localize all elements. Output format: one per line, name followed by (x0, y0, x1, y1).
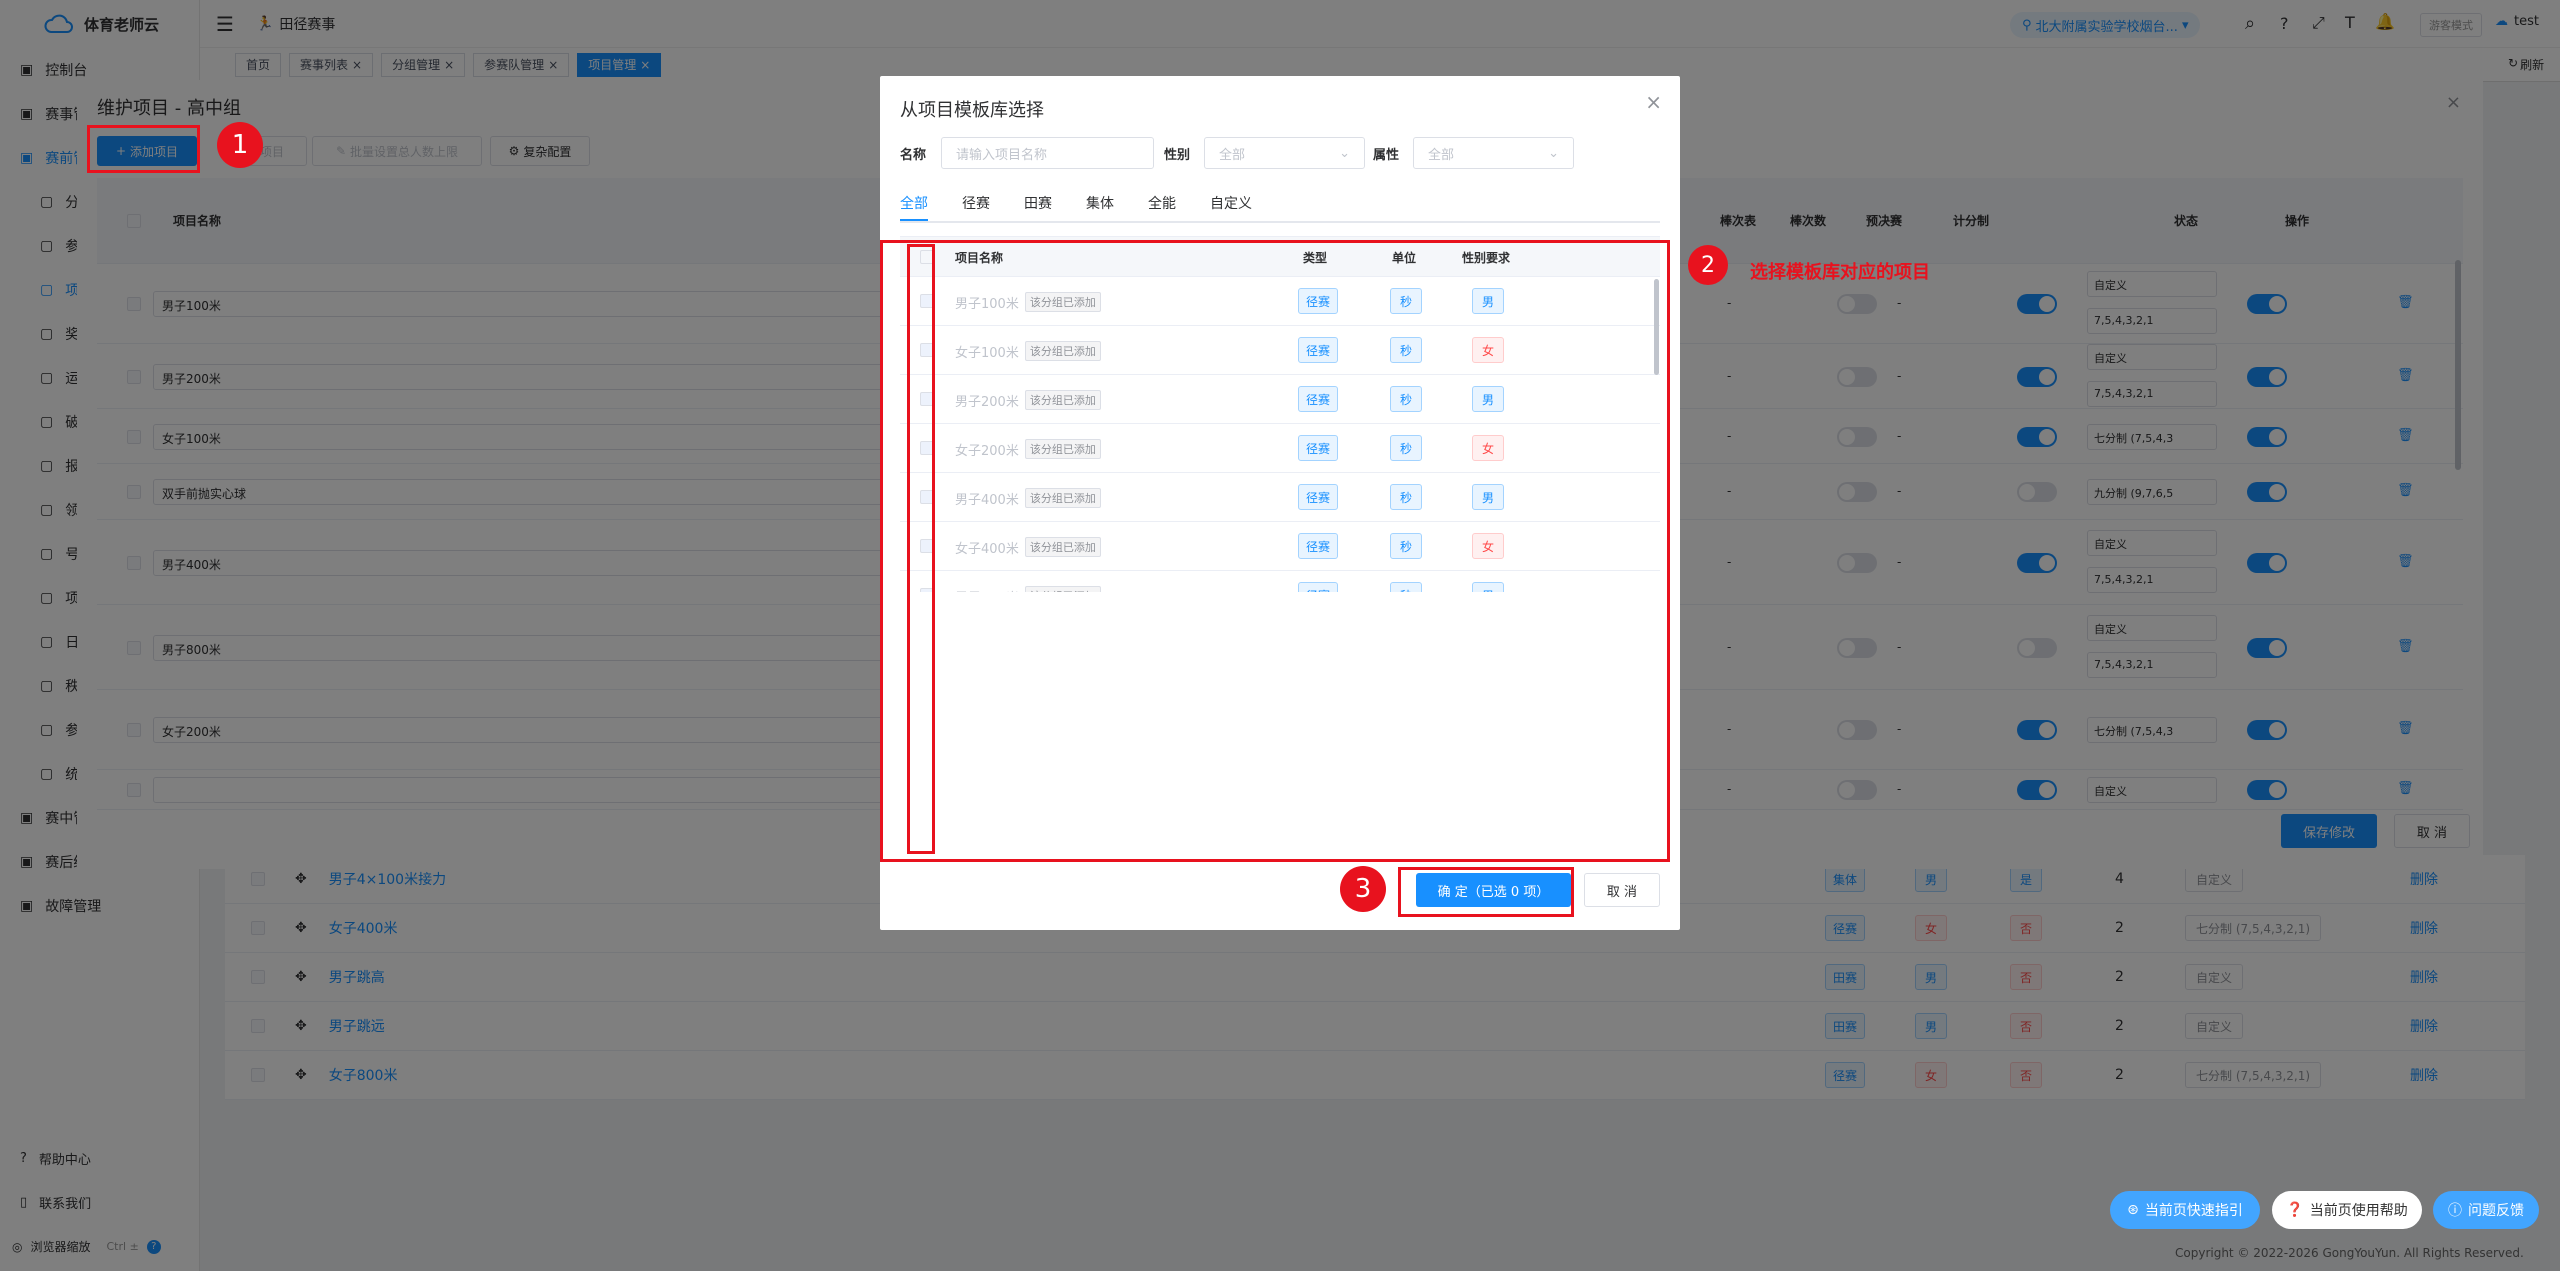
category-tab-0[interactable]: 全部 (900, 193, 928, 221)
chevron-down-icon: ⌄ (1339, 145, 1350, 161)
annotation-text-2: 选择模板库对应的项目 (1750, 262, 1930, 283)
feedback-label: 问题反馈 (2468, 1203, 2524, 1219)
guide-icon: ⊛ (2127, 1202, 2139, 1218)
category-tab-5[interactable]: 自定义 (1210, 193, 1252, 221)
filter-name-label: 名称 (900, 148, 927, 163)
highlight-template-table (880, 240, 1670, 862)
page-help-label: 当前页使用帮助 (2309, 1203, 2408, 1219)
quick-guide-button[interactable]: ⊛ 当前页快速指引 (2110, 1191, 2260, 1229)
category-tab-3[interactable]: 集体 (1086, 193, 1114, 221)
quick-guide-label: 当前页快速指引 (2144, 1203, 2243, 1219)
category-tab-2[interactable]: 田赛 (1024, 193, 1052, 221)
filter-sex-label: 性别 (1164, 148, 1191, 163)
feedback-button[interactable]: ⓘ 问题反馈 (2433, 1191, 2539, 1229)
filter-sex-select[interactable]: 全部 ⌄ (1204, 137, 1365, 169)
filter-name-input[interactable]: 请输入项目名称 (941, 137, 1154, 169)
modal-close-icon[interactable]: × (1645, 90, 1662, 114)
annotation-number-3: 3 (1340, 866, 1386, 912)
highlight-checkbox-column (907, 244, 935, 854)
modal-title: 从项目模板库选择 (900, 100, 1044, 121)
filter-name-placeholder: 请输入项目名称 (956, 147, 1048, 163)
annotation-number-2: 2 (1688, 245, 1728, 285)
chevron-down-icon: ⌄ (1548, 145, 1559, 161)
feedback-icon: ⓘ (2448, 1203, 2462, 1219)
highlight-confirm-button (1398, 867, 1574, 917)
category-tab-4[interactable]: 全能 (1148, 193, 1176, 221)
modal-cancel-button[interactable]: 取 消 (1584, 873, 1660, 907)
page-help-button[interactable]: ❓ 当前页使用帮助 (2272, 1191, 2422, 1229)
filter-attr-select[interactable]: 全部 ⌄ (1413, 137, 1574, 169)
copyright: Copyright © 2022-2026 GongYouYun. All Ri… (2175, 1246, 2524, 1260)
annotation-number-1: 1 (217, 122, 263, 168)
category-tab-1[interactable]: 径赛 (962, 193, 990, 221)
question-circle-icon: ❓ (2286, 1202, 2304, 1218)
highlight-add-button (87, 125, 200, 173)
filter-attr-label: 属性 (1373, 148, 1400, 163)
filter-attr-value: 全部 (1428, 147, 1455, 163)
filter-sex-value: 全部 (1219, 147, 1246, 163)
category-tabs: 全部 径赛 田赛 集体 全能 自定义 (900, 193, 1660, 223)
